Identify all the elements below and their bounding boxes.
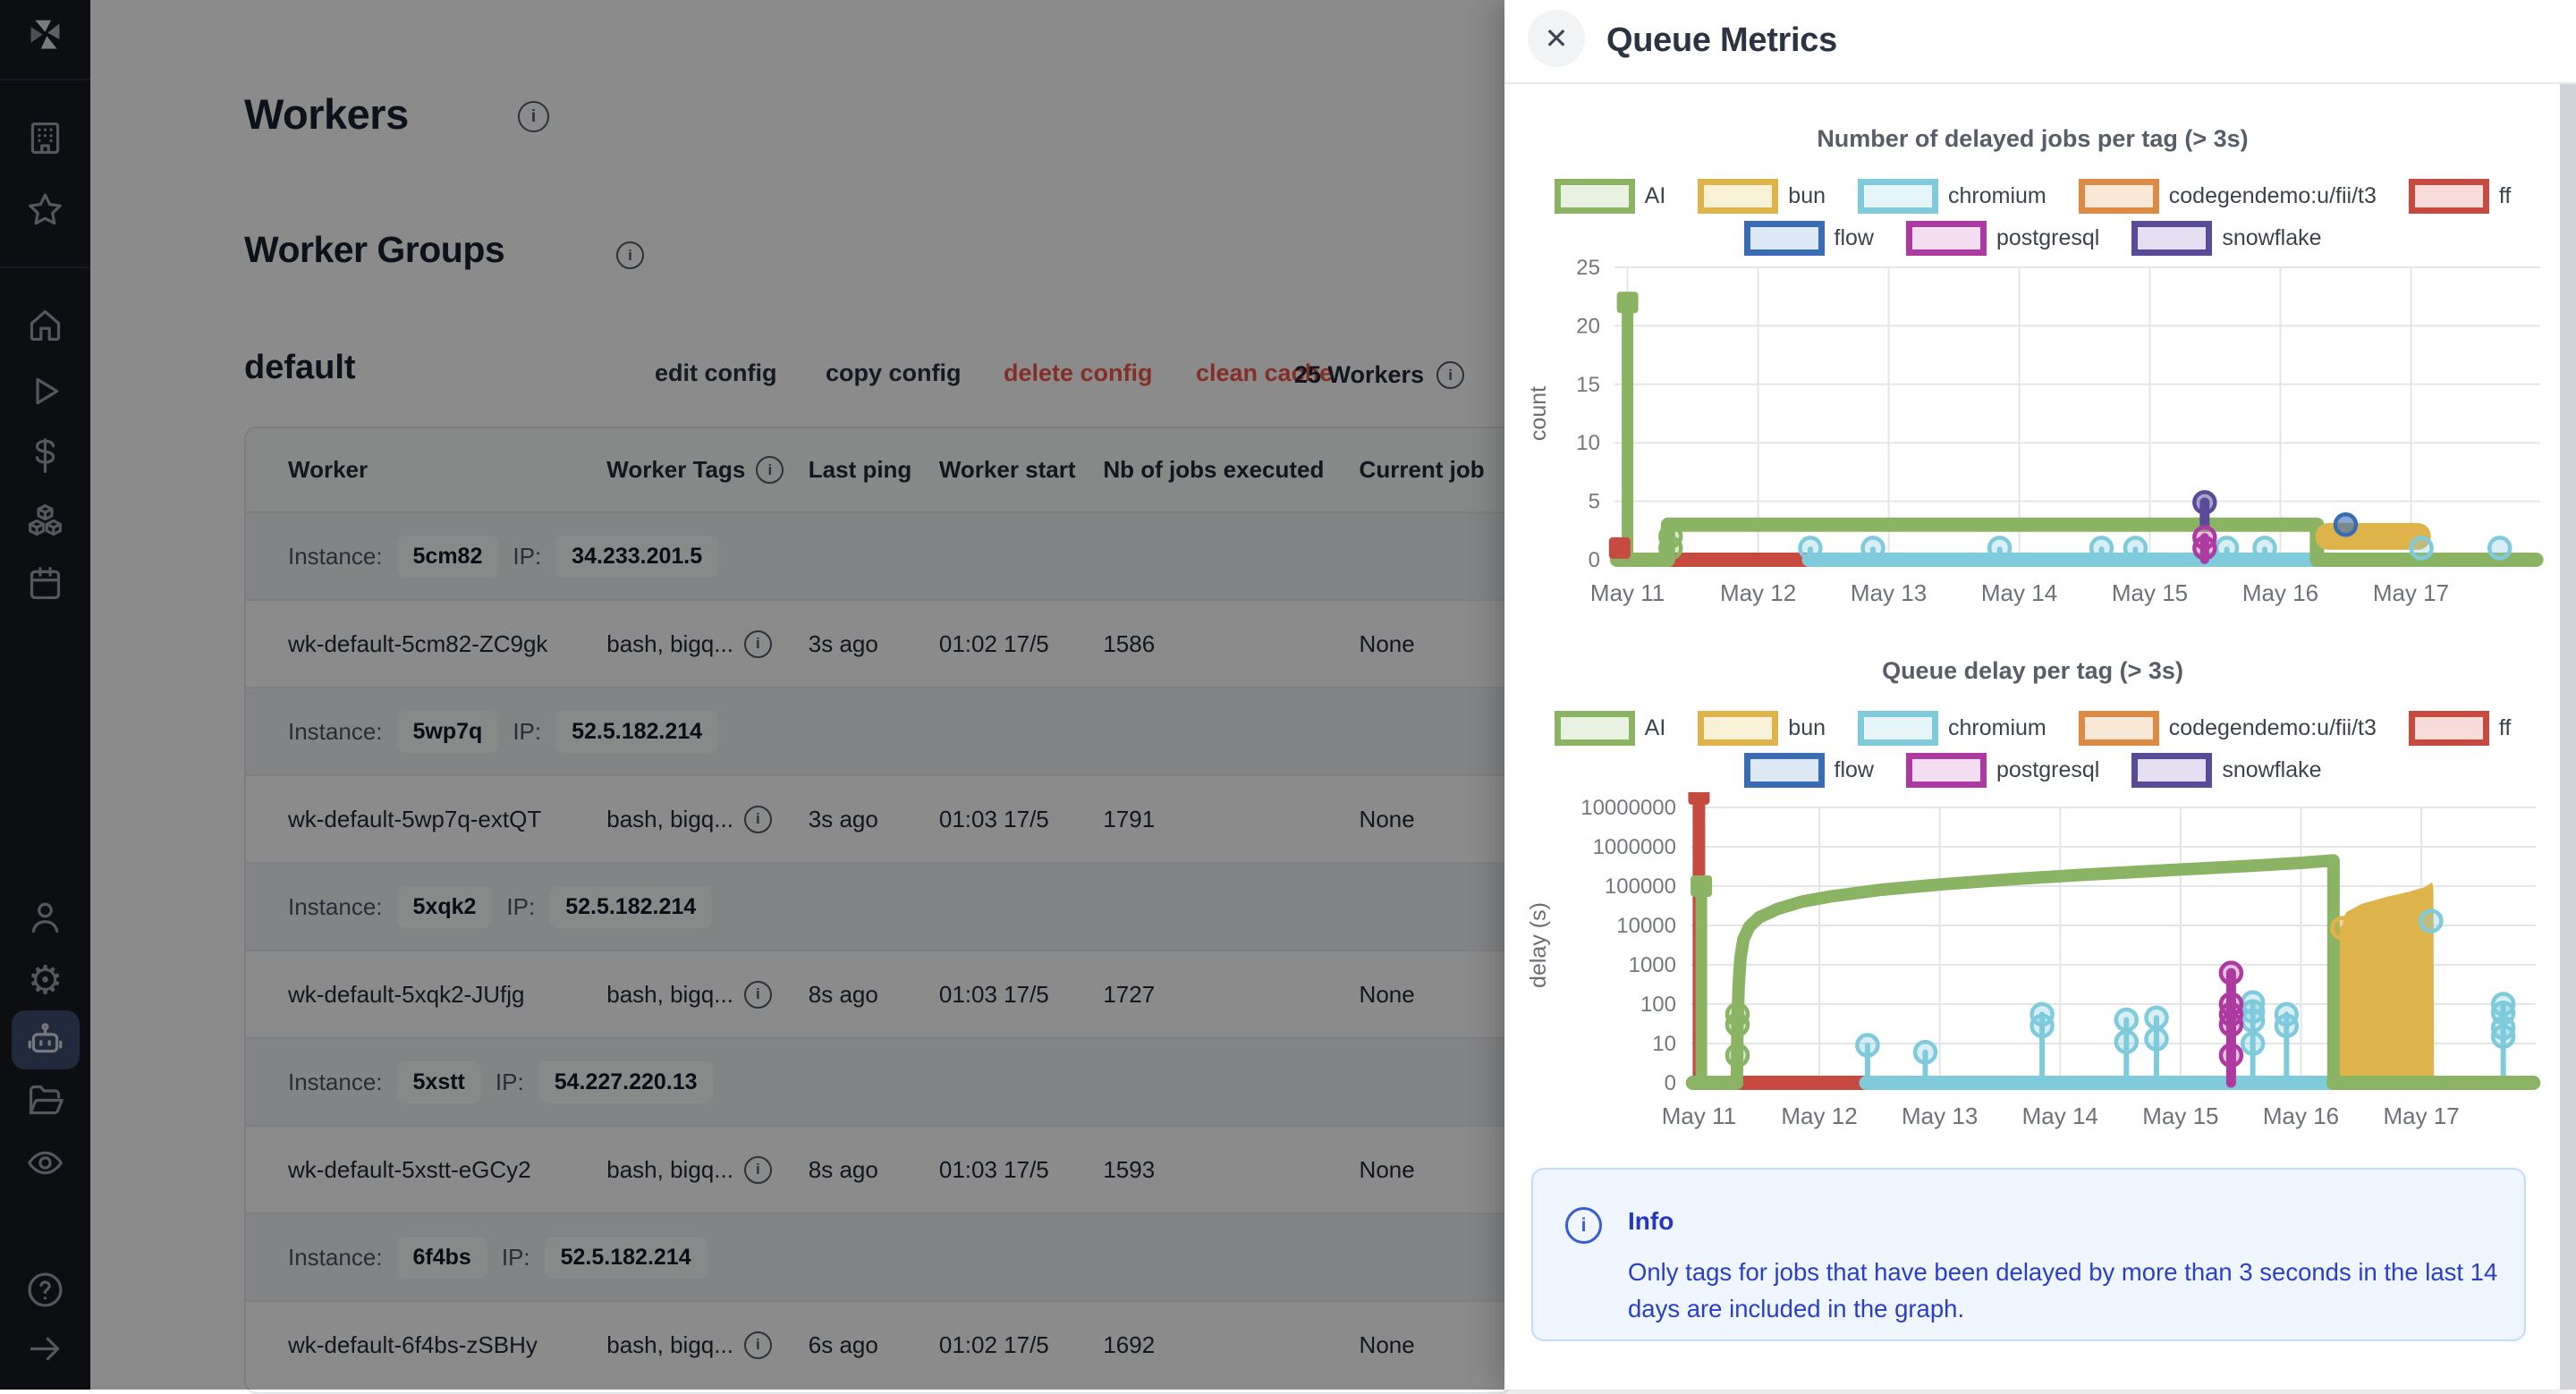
svg-text:May 12: May 12 [1720,579,1796,606]
svg-text:May 15: May 15 [2142,1103,2218,1129]
svg-text:count: count [1526,386,1551,441]
legend-item[interactable]: AI [1555,179,1666,214]
legend-item[interactable]: ff [2409,711,2511,746]
svg-text:May 14: May 14 [1981,579,2057,606]
svg-text:0: 0 [1589,548,1600,572]
legend-swatch [2131,221,2212,256]
queue-metrics-drawer: ✕ Queue Metrics Number of delayed jobs p… [1504,0,2576,1390]
legend-item[interactable]: postgresql [1906,221,2099,256]
legend-label: flow [1835,225,1874,251]
scrollbar[interactable] [2560,84,2576,1390]
drawer-header: ✕ Queue Metrics [1504,0,2576,84]
legend-item[interactable]: bun [1698,711,1826,746]
legend-swatch [2079,179,2159,214]
svg-text:100: 100 [1640,993,1676,1017]
legend-label: codegendemo:u/fii/t3 [2169,183,2377,209]
legend-swatch [2079,711,2159,746]
svg-text:1000000: 1000000 [1593,835,1676,859]
chart-legend: AI bun chromium codegendemo:u/fii/t3 ff flow p… [1521,179,2545,256]
legend-item[interactable]: codegendemo:u/fii/t3 [2079,179,2377,214]
legend-swatch [1555,711,1635,746]
info-icon: i [1565,1207,1602,1244]
svg-text:15: 15 [1576,373,1600,397]
svg-text:May 17: May 17 [2373,579,2449,606]
queue-delay-chart: 0 10 100 1000 10000 100000 1000000 10000000 May … [1521,792,2545,1147]
svg-text:10: 10 [1652,1032,1676,1056]
svg-text:10000: 10000 [1616,914,1676,938]
legend-swatch [1555,179,1635,214]
legend-item[interactable]: ff [2409,179,2511,214]
svg-text:May 14: May 14 [2022,1103,2098,1129]
legend-item[interactable]: snowflake [2131,221,2321,256]
legend-label: snowflake [2222,757,2321,783]
svg-text:20: 20 [1576,314,1600,338]
svg-text:May 13: May 13 [1851,579,1927,606]
svg-text:May 15: May 15 [2112,579,2188,606]
chart-title-delayed-jobs: Number of delayed jobs per tag (> 3s) [1521,125,2545,153]
legend-swatch [1698,179,1778,214]
legend-item[interactable]: chromium [1858,179,2046,214]
svg-text:10: 10 [1576,431,1600,455]
legend-swatch [1858,711,1938,746]
drawer-title: Queue Metrics [1606,21,1837,60]
legend-label: AI [1645,715,1666,741]
legend-item[interactable]: chromium [1858,711,2046,746]
delayed-jobs-chart: 0 5 10 15 20 25 May 11 May 12 May 13 May 14 May 15… [1521,258,2545,620]
legend-label: AI [1645,183,1666,209]
svg-text:May 17: May 17 [2383,1103,2459,1129]
legend-swatch [2409,711,2489,746]
legend-swatch [2409,179,2489,214]
info-box-title: Info [1628,1207,1674,1236]
svg-text:May 16: May 16 [2242,579,2318,606]
legend-swatch [1906,221,1987,256]
svg-text:May 11: May 11 [1662,1103,1736,1129]
legend-item[interactable]: AI [1555,711,1666,746]
legend-label: chromium [1948,183,2046,209]
legend-item[interactable]: codegendemo:u/fii/t3 [2079,711,2377,746]
legend-label: ff [2499,183,2511,209]
close-icon[interactable]: ✕ [1528,10,1585,67]
legend-label: codegendemo:u/fii/t3 [2169,715,2377,741]
legend-swatch [2131,753,2212,788]
chart-title-queue-delay: Queue delay per tag (> 3s) [1521,657,2545,685]
legend-item[interactable]: bun [1698,179,1826,214]
info-box: i Info Only tags for jobs that have been… [1531,1168,2526,1341]
legend-swatch [1744,753,1825,788]
chart-legend: AI bun chromium codegendemo:u/fii/t3 ff flow p… [1521,711,2545,788]
legend-item[interactable]: flow [1744,221,1874,256]
legend-item[interactable]: snowflake [2131,753,2321,788]
legend-swatch [1858,179,1938,214]
svg-text:delay (s): delay (s) [1526,902,1551,988]
svg-text:1000: 1000 [1629,953,1676,977]
info-box-body: Only tags for jobs that have been delaye… [1628,1254,2513,1327]
svg-text:May 16: May 16 [2263,1103,2339,1129]
drawer-backdrop[interactable] [0,0,1504,1390]
legend-label: bun [1788,183,1826,209]
svg-text:5: 5 [1589,490,1600,514]
legend-swatch [1744,221,1825,256]
svg-text:10000000: 10000000 [1580,796,1676,820]
legend-item[interactable]: flow [1744,753,1874,788]
legend-label: snowflake [2222,225,2321,251]
svg-text:0: 0 [1665,1071,1676,1095]
legend-label: bun [1788,715,1826,741]
svg-text:100000: 100000 [1605,874,1676,899]
legend-swatch [1698,711,1778,746]
svg-text:May 12: May 12 [1781,1103,1857,1129]
legend-label: ff [2499,715,2511,741]
legend-label: chromium [1948,715,2046,741]
legend-swatch [1906,753,1987,788]
svg-text:25: 25 [1576,258,1600,280]
legend-label: flow [1835,757,1874,783]
svg-text:May 11: May 11 [1590,579,1665,606]
legend-label: postgresql [1996,225,2099,251]
legend-item[interactable]: postgresql [1906,753,2099,788]
svg-text:May 13: May 13 [1902,1103,1978,1129]
legend-label: postgresql [1996,757,2099,783]
